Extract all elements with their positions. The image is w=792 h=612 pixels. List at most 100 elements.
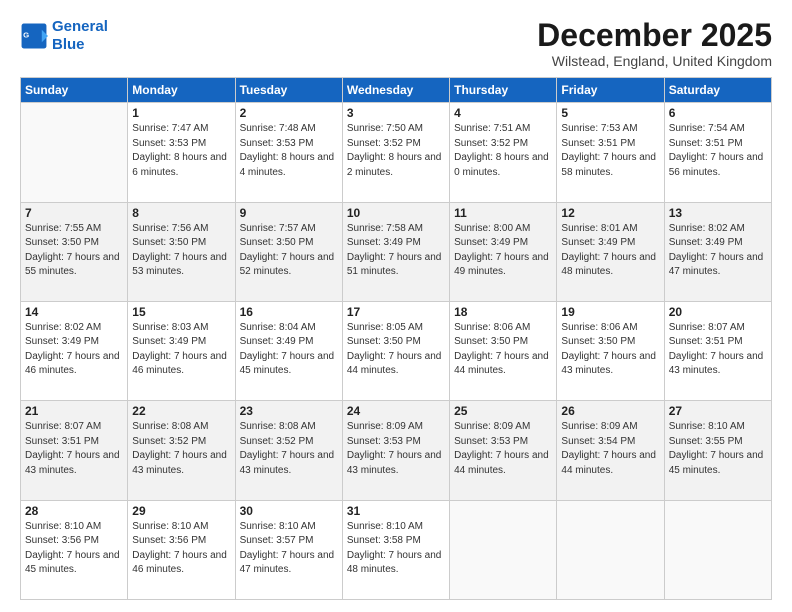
day-number: 6 <box>669 106 767 120</box>
cell-info: Sunrise: 8:01 AMSunset: 3:49 PMDaylight:… <box>561 222 659 280</box>
cell-info: Sunrise: 8:04 AMSunset: 3:49 PMDaylight:… <box>240 321 338 379</box>
cell-info: Sunrise: 8:05 AMSunset: 3:50 PMDaylight:… <box>347 321 445 379</box>
calendar-cell: 28 Sunrise: 8:10 AMSunset: 3:56 PMDayligh… <box>21 500 128 599</box>
day-number: 30 <box>240 504 338 518</box>
day-number: 19 <box>561 305 659 319</box>
calendar-cell: 26 Sunrise: 8:09 AMSunset: 3:54 PMDayligh… <box>557 401 664 500</box>
calendar-cell: 14Sunrise: 8:02 AMSunset: 3:49 PMDayligh… <box>21 301 128 400</box>
calendar-cell: 23 Sunrise: 8:08 AMSunset: 3:52 PMDayligh… <box>235 401 342 500</box>
day-number: 23 <box>240 404 338 418</box>
day-number: 3 <box>347 106 445 120</box>
logo-line1: General <box>52 18 108 35</box>
day-number: 4 <box>454 106 552 120</box>
cell-info: Sunrise: 8:02 AMSunset: 3:49 PMDaylight:… <box>669 222 767 280</box>
cell-info: Sunrise: 7:51 AMSunset: 3:52 PMDaylight:… <box>454 122 552 180</box>
cell-info: Sunrise: 8:10 AMSunset: 3:57 PMDaylight:… <box>240 520 338 578</box>
cell-info: Sunrise: 7:57 AMSunset: 3:50 PMDaylight:… <box>240 222 338 280</box>
cell-info: Sunrise: 7:47 AMSunset: 3:53 PMDaylight:… <box>132 122 230 180</box>
calendar-header-row: SundayMondayTuesdayWednesdayThursdayFrid… <box>21 78 772 103</box>
calendar-cell <box>664 500 771 599</box>
header: G General Blue December 2025 Wilstead, E… <box>20 18 772 69</box>
day-number: 16 <box>240 305 338 319</box>
day-number: 7 <box>25 206 123 220</box>
day-number: 18 <box>454 305 552 319</box>
day-number: 25 <box>454 404 552 418</box>
cell-info: Sunrise: 7:53 AMSunset: 3:51 PMDaylight:… <box>561 122 659 180</box>
day-number: 26 <box>561 404 659 418</box>
cell-info: Sunrise: 8:02 AMSunset: 3:49 PMDaylight:… <box>25 321 123 379</box>
cell-info: Sunrise: 8:08 AMSunset: 3:52 PMDaylight:… <box>132 420 230 478</box>
svg-text:G: G <box>23 31 29 40</box>
day-number: 13 <box>669 206 767 220</box>
month-title: December 2025 <box>537 18 772 53</box>
calendar-week-row: 21Sunrise: 8:07 AMSunset: 3:51 PMDayligh… <box>21 401 772 500</box>
day-number: 28 <box>25 504 123 518</box>
cell-info: Sunrise: 7:56 AMSunset: 3:50 PMDaylight:… <box>132 222 230 280</box>
calendar-cell: 25 Sunrise: 8:09 AMSunset: 3:53 PMDayligh… <box>450 401 557 500</box>
calendar-cell: 18 Sunrise: 8:06 AMSunset: 3:50 PMDayligh… <box>450 301 557 400</box>
cell-info: Sunrise: 8:03 AMSunset: 3:49 PMDaylight:… <box>132 321 230 379</box>
calendar-cell: 21Sunrise: 8:07 AMSunset: 3:51 PMDayligh… <box>21 401 128 500</box>
day-number: 5 <box>561 106 659 120</box>
calendar-cell: 7 Sunrise: 7:55 AMSunset: 3:50 PMDaylight… <box>21 202 128 301</box>
cell-info: Sunrise: 8:07 AMSunset: 3:51 PMDaylight:… <box>669 321 767 379</box>
day-number: 31 <box>347 504 445 518</box>
calendar-week-row: 14Sunrise: 8:02 AMSunset: 3:49 PMDayligh… <box>21 301 772 400</box>
day-number: 21 <box>25 404 123 418</box>
day-number: 9 <box>240 206 338 220</box>
title-section: December 2025 Wilstead, England, United … <box>537 18 772 69</box>
calendar-cell: 11 Sunrise: 8:00 AMSunset: 3:49 PMDayligh… <box>450 202 557 301</box>
day-number: 17 <box>347 305 445 319</box>
location: Wilstead, England, United Kingdom <box>537 53 772 69</box>
day-number: 24 <box>347 404 445 418</box>
cell-info: Sunrise: 7:54 AMSunset: 3:51 PMDaylight:… <box>669 122 767 180</box>
cell-info: Sunrise: 8:06 AMSunset: 3:50 PMDaylight:… <box>561 321 659 379</box>
logo: G General Blue <box>20 18 108 54</box>
weekday-header: Monday <box>128 78 235 103</box>
calendar-cell: 3 Sunrise: 7:50 AMSunset: 3:52 PMDaylight… <box>342 103 449 202</box>
page: G General Blue December 2025 Wilstead, E… <box>0 0 792 612</box>
cell-info: Sunrise: 8:08 AMSunset: 3:52 PMDaylight:… <box>240 420 338 478</box>
calendar-cell <box>557 500 664 599</box>
calendar-cell: 1 Sunrise: 7:47 AMSunset: 3:53 PMDaylight… <box>128 103 235 202</box>
cell-info: Sunrise: 7:55 AMSunset: 3:50 PMDaylight:… <box>25 222 123 280</box>
calendar-cell: 19 Sunrise: 8:06 AMSunset: 3:50 PMDayligh… <box>557 301 664 400</box>
cell-info: Sunrise: 8:10 AMSunset: 3:56 PMDaylight:… <box>132 520 230 578</box>
calendar-cell: 15Sunrise: 8:03 AMSunset: 3:49 PMDayligh… <box>128 301 235 400</box>
calendar-cell: 12Sunrise: 8:01 AMSunset: 3:49 PMDayligh… <box>557 202 664 301</box>
cell-info: Sunrise: 8:10 AMSunset: 3:56 PMDaylight:… <box>25 520 123 578</box>
weekday-header: Friday <box>557 78 664 103</box>
calendar-cell: 29Sunrise: 8:10 AMSunset: 3:56 PMDayligh… <box>128 500 235 599</box>
logo-line2: Blue <box>52 36 85 53</box>
calendar-table: SundayMondayTuesdayWednesdayThursdayFrid… <box>20 77 772 600</box>
calendar-cell <box>21 103 128 202</box>
cell-info: Sunrise: 8:09 AMSunset: 3:53 PMDaylight:… <box>347 420 445 478</box>
cell-info: Sunrise: 8:06 AMSunset: 3:50 PMDaylight:… <box>454 321 552 379</box>
day-number: 8 <box>132 206 230 220</box>
weekday-header: Sunday <box>21 78 128 103</box>
day-number: 10 <box>347 206 445 220</box>
calendar-cell: 20 Sunrise: 8:07 AMSunset: 3:51 PMDayligh… <box>664 301 771 400</box>
weekday-header: Tuesday <box>235 78 342 103</box>
logo-icon: G <box>20 22 48 50</box>
cell-info: Sunrise: 7:58 AMSunset: 3:49 PMDaylight:… <box>347 222 445 280</box>
day-number: 20 <box>669 305 767 319</box>
cell-info: Sunrise: 7:48 AMSunset: 3:53 PMDaylight:… <box>240 122 338 180</box>
calendar-cell: 9 Sunrise: 7:57 AMSunset: 3:50 PMDaylight… <box>235 202 342 301</box>
day-number: 27 <box>669 404 767 418</box>
cell-info: Sunrise: 8:09 AMSunset: 3:53 PMDaylight:… <box>454 420 552 478</box>
day-number: 22 <box>132 404 230 418</box>
calendar-cell: 31 Sunrise: 8:10 AMSunset: 3:58 PMDayligh… <box>342 500 449 599</box>
day-number: 11 <box>454 206 552 220</box>
cell-info: Sunrise: 8:00 AMSunset: 3:49 PMDaylight:… <box>454 222 552 280</box>
calendar-cell <box>450 500 557 599</box>
weekday-header: Thursday <box>450 78 557 103</box>
calendar-week-row: 28 Sunrise: 8:10 AMSunset: 3:56 PMDayligh… <box>21 500 772 599</box>
calendar-cell: 8 Sunrise: 7:56 AMSunset: 3:50 PMDaylight… <box>128 202 235 301</box>
calendar-cell: 30 Sunrise: 8:10 AMSunset: 3:57 PMDayligh… <box>235 500 342 599</box>
cell-info: Sunrise: 8:10 AMSunset: 3:58 PMDaylight:… <box>347 520 445 578</box>
cell-info: Sunrise: 7:50 AMSunset: 3:52 PMDaylight:… <box>347 122 445 180</box>
day-number: 1 <box>132 106 230 120</box>
calendar-cell: 6 Sunrise: 7:54 AMSunset: 3:51 PMDaylight… <box>664 103 771 202</box>
cell-info: Sunrise: 8:09 AMSunset: 3:54 PMDaylight:… <box>561 420 659 478</box>
